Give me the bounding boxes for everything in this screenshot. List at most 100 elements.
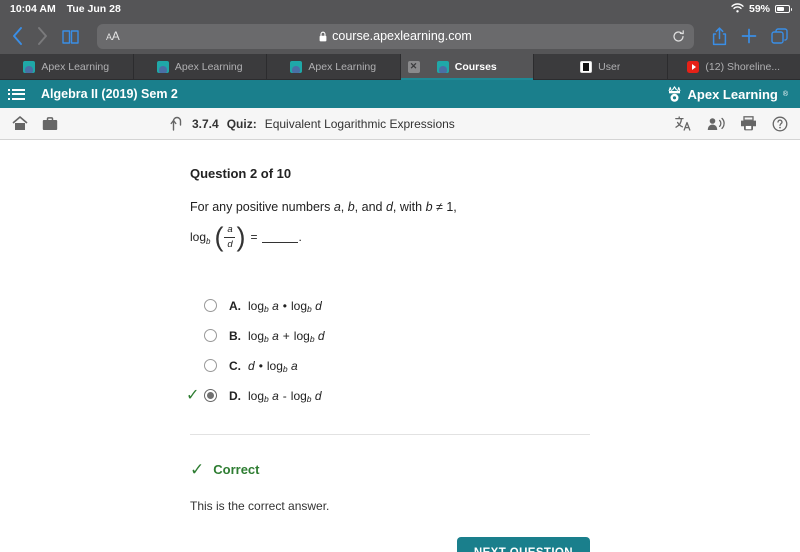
apex-learning-logo: Apex Learning ® (666, 85, 788, 103)
opt-d-log1: log (248, 388, 265, 403)
feedback-status-row: ✓ Correct (190, 461, 590, 478)
lesson-toolbar: 3.7.4 Quiz: Equivalent Logarithmic Expre… (0, 108, 800, 140)
browser-tab-label: User (598, 60, 621, 73)
bookmarks-icon[interactable] (62, 29, 79, 44)
safari-tab-bar: Apex Learning Apex Learning Apex Learnin… (0, 54, 800, 80)
help-icon[interactable] (772, 116, 788, 132)
option-letter: D. (229, 388, 241, 403)
opt-a-base1: b (264, 303, 269, 314)
opt-d-base2: b (306, 393, 312, 404)
option-math-b: log b a + log b d (248, 328, 325, 344)
apex-logo-icon (666, 85, 683, 103)
opt-c-operator: • (258, 358, 263, 373)
lock-icon (319, 31, 327, 42)
feedback-divider (190, 433, 590, 435)
back-button[interactable] (12, 27, 23, 45)
opt-b-base1: b (264, 333, 269, 344)
opt-b-log1: log (248, 328, 265, 343)
opt-a-arg1: a (272, 298, 279, 313)
print-icon[interactable] (740, 116, 757, 131)
not-equal-sign: ≠ (436, 200, 443, 214)
close-icon[interactable]: ✕ (407, 60, 420, 73)
browser-tab-courses-active[interactable]: ✕ Courses (400, 54, 534, 80)
prompt-text-2: , with (392, 200, 426, 214)
battery-icon (775, 5, 792, 13)
breadcrumb: 3.7.4 Quiz: Equivalent Logarithmic Expre… (170, 116, 455, 131)
youtube-favicon (687, 60, 700, 73)
opt-a-log2: log (290, 298, 307, 313)
option-row-a[interactable]: A. log b a • log b d (204, 291, 590, 321)
browser-tab-1[interactable]: Apex Learning (0, 54, 134, 79)
address-bar[interactable]: AA course.apexlearning.com (97, 23, 694, 49)
feedback-status-label: Correct (213, 461, 260, 477)
radio-option-d[interactable] (204, 389, 217, 402)
opt-d-operator: - (282, 388, 287, 403)
browser-tab-user[interactable]: User (534, 54, 668, 79)
opt-d-arg1: a (272, 388, 279, 403)
apex-favicon (23, 60, 36, 73)
up-arrow-icon[interactable] (170, 116, 184, 131)
forward-button[interactable] (37, 27, 48, 45)
prompt-text-1: For any positive numbers (190, 200, 334, 214)
formula-fraction: a d (224, 223, 236, 251)
opt-c-arg2: a (290, 358, 298, 373)
opt-c-base2: b (282, 363, 288, 374)
address-bar-url: course.apexlearning.com (332, 29, 472, 43)
share-icon[interactable] (712, 26, 727, 46)
read-aloud-icon[interactable] (707, 117, 725, 131)
translate-icon[interactable] (675, 116, 692, 131)
option-row-d[interactable]: ✓ D. log b a - log b d (186, 381, 590, 411)
opt-a-log1: log (248, 298, 265, 313)
variable-a: a (333, 200, 341, 214)
browser-tab-2[interactable]: Apex Learning (134, 54, 267, 79)
opt-a-base2: b (307, 303, 312, 314)
hamburger-menu-icon[interactable] (8, 88, 25, 100)
option-math-c: d • log b a (248, 358, 298, 374)
formula-period: . (298, 230, 302, 245)
status-bar-left: 10:04 AM Tue Jun 28 (10, 3, 121, 15)
text-size-button[interactable]: AA (106, 29, 120, 43)
option-row-b[interactable]: B. log b a + log b d (204, 321, 590, 351)
quiz-content-area: Question 2 of 10 For any positive number… (0, 140, 800, 552)
opt-b-log2: log (293, 328, 310, 343)
feedback-explanation: This is the correct answer. (190, 498, 330, 513)
new-tab-icon[interactable] (741, 28, 757, 44)
browser-tab-label: (12) Shoreline... (705, 60, 781, 73)
browser-tab-3[interactable]: Apex Learning (267, 54, 401, 79)
next-question-button[interactable]: NEXT QUESTION (456, 536, 590, 552)
option-row-c[interactable]: C. d • log b a (204, 351, 590, 381)
question-container: Question 2 of 10 For any positive number… (186, 166, 590, 552)
tabs-overview-icon[interactable] (771, 27, 788, 45)
apex-favicon (156, 60, 169, 73)
radio-option-b[interactable] (204, 329, 217, 342)
prompt-one: 1, (446, 200, 457, 214)
opt-d-arg2: d (314, 388, 322, 403)
option-math-d: log b a - log b d (248, 388, 322, 404)
status-bar-right: 59% (731, 2, 792, 16)
opt-a-operator: • (282, 298, 287, 313)
radio-option-c[interactable] (204, 359, 217, 372)
course-title: Algebra II (2019) Sem 2 (41, 87, 178, 101)
course-header-bar: Algebra II (2019) Sem 2 Apex Learning ® (0, 80, 800, 108)
formula-log-base: b (206, 237, 211, 247)
briefcase-icon[interactable] (42, 116, 58, 131)
formula-numerator: a (227, 223, 233, 235)
opt-a-arg2: d (315, 298, 322, 313)
radio-option-a[interactable] (204, 299, 217, 312)
prompt-comma-1: , (340, 200, 348, 214)
home-icon[interactable] (12, 116, 28, 131)
variable-b: b (347, 200, 355, 214)
reload-icon[interactable] (672, 29, 685, 43)
opt-b-base2: b (309, 333, 315, 344)
prompt-comma-2: , and (354, 200, 386, 214)
ios-status-bar: 10:04 AM Tue Jun 28 59% (0, 0, 800, 18)
opt-d-log2: log (290, 388, 307, 403)
question-formula: logb ( a d ) = . (190, 221, 590, 252)
browser-tab-label: Apex Learning (308, 60, 377, 73)
formula-log-text: log (190, 230, 207, 245)
browser-tab-shoreline[interactable]: (12) Shoreline... (668, 54, 800, 79)
formula-blank (262, 232, 299, 243)
question-prompt: For any positive numbers a, b, and d, wi… (190, 198, 590, 217)
activity-type-label: Quiz: (226, 116, 257, 131)
formula-close-paren: ) (236, 221, 246, 252)
